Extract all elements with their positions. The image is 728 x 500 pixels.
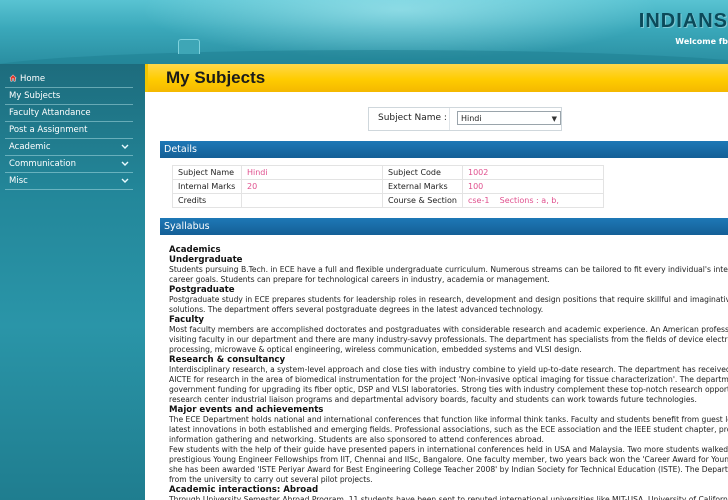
syllabus-paragraph-line: research center industrial liaison progr… bbox=[169, 395, 697, 404]
site-brand: INDIANS bbox=[638, 10, 728, 32]
top-banner: INDIANS Welcome fb bbox=[0, 0, 728, 64]
table-row: Subject Name Hindi Subject Code 1002 bbox=[172, 165, 605, 180]
credits-key: Credits bbox=[172, 193, 242, 208]
external-marks-key: External Marks bbox=[382, 179, 463, 194]
sections-value: Sections : a, b, bbox=[499, 196, 559, 205]
syllabus-paragraph-line: Few students with the help of their guid… bbox=[169, 445, 728, 454]
chevron-down-icon bbox=[121, 178, 129, 183]
sidebar-item-label: Faculty Attandance bbox=[9, 108, 91, 118]
banner-tab bbox=[178, 39, 200, 54]
syllabus-section-title: Major events and achievements bbox=[169, 405, 324, 415]
sidebar-item-my-subjects[interactable]: My Subjects bbox=[5, 88, 133, 105]
syllabus-section-title: Academics bbox=[169, 245, 221, 255]
course-value: cse-1 bbox=[467, 196, 490, 205]
syllabus-paragraph-line: processing, microwave & optical engineer… bbox=[169, 345, 582, 354]
internal-marks-key: Internal Marks bbox=[172, 179, 242, 194]
syllabus-body: Academics Undergraduate Students pursuing … bbox=[169, 245, 728, 500]
chevron-down-icon bbox=[121, 144, 129, 149]
sidebar-item-label: My Subjects bbox=[9, 91, 61, 101]
course-section-value: cse-1 Sections : a, b, bbox=[461, 193, 605, 208]
sidebar-item-label: Misc bbox=[9, 176, 28, 186]
subject-select-value: Hindi bbox=[461, 114, 482, 123]
details-table: Subject Name Hindi Subject Code 1002 Int… bbox=[172, 165, 605, 208]
sidebar: Home My Subjects Faculty Attandance Post… bbox=[0, 64, 145, 500]
subject-code-value: 1002 bbox=[461, 165, 605, 180]
table-row: Internal Marks 20 External Marks 100 bbox=[172, 179, 605, 194]
sidebar-item-post-assignment[interactable]: Post a Assignment bbox=[5, 122, 133, 139]
sidebar-item-misc[interactable]: Misc bbox=[5, 173, 133, 190]
sidebar-nav: Home My Subjects Faculty Attandance Post… bbox=[5, 71, 133, 190]
table-row: Credits Course & Section cse-1 Sections … bbox=[172, 193, 605, 208]
external-marks-value: 100 bbox=[461, 179, 605, 194]
syllabus-section-title: Undergraduate bbox=[169, 255, 243, 265]
syllabus-paragraph-line: Interdisciplinary research, a system-lev… bbox=[169, 365, 728, 374]
sidebar-item-faculty-attandance[interactable]: Faculty Attandance bbox=[5, 105, 133, 122]
syllabus-paragraph-line: government funding for upgrading its fib… bbox=[169, 385, 728, 394]
syllabus-paragraph-line: visiting faculty in our department and t… bbox=[169, 335, 728, 344]
syllabus-section-title: Research & consultancy bbox=[169, 355, 286, 365]
subject-selector: Subject Name : Hindi ▼ bbox=[368, 107, 562, 131]
sidebar-item-academic[interactable]: Academic bbox=[5, 139, 133, 156]
syllabus-section-title: Academic interactions: Abroad bbox=[169, 485, 319, 495]
subject-select[interactable]: Hindi ▼ bbox=[457, 111, 561, 125]
credits-value bbox=[241, 193, 383, 208]
syllabus-paragraph-line: AICTE for research in the area of biomed… bbox=[169, 375, 728, 384]
syllabus-section-title: Postgraduate bbox=[169, 285, 235, 295]
internal-marks-value: 20 bbox=[241, 179, 383, 194]
banner-wave bbox=[0, 50, 728, 64]
home-icon bbox=[9, 74, 17, 82]
page-title-bar: My Subjects bbox=[145, 64, 728, 92]
main-content: My Subjects Subject Name : Hindi ▼ Detai… bbox=[145, 64, 728, 500]
subject-name-label: Subject Name : bbox=[378, 113, 447, 123]
syllabus-heading: Syallabus bbox=[160, 218, 728, 235]
syllabus-section-title: Faculty bbox=[169, 315, 205, 325]
syllabus-paragraph-line: she has been awarded 'ISTE Periyar Award… bbox=[169, 465, 728, 474]
dropdown-arrow-icon: ▼ bbox=[551, 115, 557, 123]
syllabus-paragraph-line: prestigious Young Engineer Fellowships f… bbox=[169, 455, 728, 464]
subject-name-value: Hindi bbox=[241, 165, 383, 180]
syllabus-paragraph-line: from the university to carry out several… bbox=[169, 475, 373, 484]
subject-name-key: Subject Name bbox=[172, 165, 242, 180]
divider bbox=[449, 108, 450, 130]
syllabus-paragraph-line: latest innovations in both established a… bbox=[169, 425, 728, 434]
sidebar-item-label: Academic bbox=[9, 142, 51, 152]
syllabus-paragraph-line: solutions. The department offers several… bbox=[169, 305, 544, 314]
chevron-down-icon bbox=[121, 161, 129, 166]
syllabus-paragraph-line: Through University Semester Abroad Progr… bbox=[169, 495, 728, 500]
syllabus-paragraph-line: career goals. Students can prepare for t… bbox=[169, 275, 550, 284]
syllabus-paragraph-line: Postgraduate study in ECE prepares stude… bbox=[169, 295, 728, 304]
sidebar-item-communication[interactable]: Communication bbox=[5, 156, 133, 173]
syllabus-paragraph-line: Most faculty members are accomplished do… bbox=[169, 325, 728, 334]
subject-code-key: Subject Code bbox=[382, 165, 463, 180]
syllabus-paragraph-line: information gathering and networking. St… bbox=[169, 435, 544, 444]
sidebar-item-label: Communication bbox=[9, 159, 76, 169]
sidebar-item-home[interactable]: Home bbox=[5, 71, 133, 88]
course-section-key: Course & Section bbox=[382, 193, 463, 208]
welcome-text: Welcome fb bbox=[675, 37, 728, 46]
page-title: My Subjects bbox=[166, 68, 266, 87]
details-heading: Details bbox=[160, 141, 728, 158]
syllabus-paragraph-line: The ECE Department holds national and in… bbox=[169, 415, 728, 424]
sidebar-item-label: Post a Assignment bbox=[9, 125, 88, 135]
sidebar-item-label: Home bbox=[20, 74, 46, 84]
syllabus-paragraph-line: Students pursuing B.Tech. in ECE have a … bbox=[169, 265, 728, 274]
